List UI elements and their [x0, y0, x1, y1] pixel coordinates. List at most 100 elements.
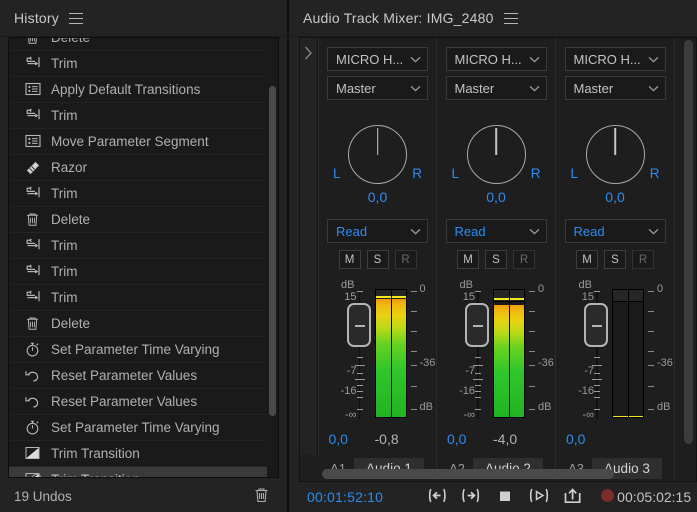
history-list-item[interactable]: Trim: [9, 51, 267, 77]
channel-output-select[interactable]: Master: [445, 76, 547, 100]
history-list-item[interactable]: Reset Parameter Values: [9, 363, 267, 389]
trash-icon: [25, 212, 42, 227]
pan-value[interactable]: 0,0: [565, 189, 666, 205]
pan-control[interactable]: L R 0,0: [565, 111, 666, 211]
fader-tick: [356, 291, 363, 292]
channel-output-select[interactable]: Master: [564, 76, 666, 100]
mixer-hscroll-thumb[interactable]: [322, 469, 614, 479]
play-in-to-out-button[interactable]: [529, 488, 549, 506]
fader-tick: [475, 357, 481, 358]
go-to-in-point-button[interactable]: [427, 488, 447, 506]
mixer-panel-title: Audio Track Mixer: IMG_2480: [303, 10, 494, 26]
meter-scale-label: -36: [419, 357, 436, 369]
chevron-right-icon[interactable]: [300, 38, 318, 481]
fader-tick: [594, 409, 600, 410]
chevron-down-icon: [410, 56, 421, 63]
pan-knob[interactable]: [348, 124, 407, 184]
mute-button[interactable]: M: [457, 250, 479, 269]
level-meter: [493, 289, 525, 418]
meter-tick: [410, 409, 417, 410]
meter-scale-label: -36: [657, 357, 673, 369]
duration-timecode[interactable]: 00:05:02:15: [617, 489, 691, 505]
history-list-item[interactable]: Set Parameter Time Varying: [9, 337, 267, 363]
history-list-item[interactable]: Apply Default Transitions: [9, 77, 267, 103]
fader-tick: [356, 409, 363, 410]
history-list[interactable]: Delete Trim Apply Default Transitions Trim M…: [9, 38, 267, 477]
channel-input-select[interactable]: MICRO H...: [445, 47, 547, 71]
fader-scale-label: dB: [341, 279, 355, 291]
history-list-item[interactable]: Trim: [9, 181, 267, 207]
stop-button[interactable]: [495, 488, 515, 506]
history-list-item[interactable]: Move Parameter Segment: [9, 129, 267, 155]
fader-tick: [475, 373, 481, 374]
pan-value[interactable]: 0,0: [327, 189, 428, 205]
chevron-down-icon: [529, 228, 540, 235]
pan-control[interactable]: L R 0,0: [327, 111, 428, 211]
fader-scale-label: -7: [346, 365, 357, 377]
mixer-horizontal-scrollbar[interactable]: [322, 469, 666, 479]
fader-tick: [594, 385, 600, 386]
volume-value[interactable]: 0,0: [566, 431, 585, 447]
history-list-item[interactable]: Reset Parameter Values: [9, 389, 267, 415]
solo-button[interactable]: S: [604, 250, 626, 269]
volume-fader-handle[interactable]: [584, 303, 608, 347]
history-scrollbar-thumb[interactable]: [269, 86, 276, 416]
solo-button[interactable]: S: [485, 250, 507, 269]
channel-input-select[interactable]: MICRO H...: [327, 47, 428, 71]
history-list-item[interactable]: Trim: [9, 259, 267, 285]
mixer-vscroll-thumb[interactable]: [684, 40, 693, 444]
pan-knob[interactable]: [466, 124, 526, 184]
fader-tick: [594, 357, 600, 358]
go-to-out-point-button[interactable]: [461, 488, 481, 506]
history-list-item[interactable]: Delete: [9, 311, 267, 337]
history-list-item[interactable]: Trim: [9, 103, 267, 129]
history-list-item-label: Reset Parameter Values: [51, 368, 198, 383]
record-arm-button[interactable]: R: [632, 250, 654, 269]
history-list-item[interactable]: Razor: [9, 155, 267, 181]
record-arm-button[interactable]: R: [394, 250, 417, 269]
record-arm-button[interactable]: R: [513, 250, 535, 269]
undo-arrow-icon: [25, 368, 42, 383]
history-list-item[interactable]: Trim Transition: [9, 441, 267, 467]
history-list-item[interactable]: Trim: [9, 233, 267, 259]
hamburger-icon[interactable]: [503, 12, 518, 24]
pan-value[interactable]: 0,0: [446, 189, 547, 205]
meter-scale-label: 0: [419, 283, 426, 295]
history-list-item[interactable]: Trim Transition: [9, 467, 267, 477]
channel-output-select[interactable]: Master: [327, 76, 428, 100]
automation-mode-value: Read: [454, 223, 486, 239]
history-list-item-label: Trim: [51, 264, 78, 279]
meter-bar-left: [375, 299, 391, 417]
trash-icon[interactable]: [254, 487, 269, 506]
record-button[interactable]: [597, 488, 617, 506]
fader-scale-label: dB: [459, 279, 473, 291]
meter-bar-right: [391, 299, 406, 417]
automation-mode-select[interactable]: Read: [564, 219, 666, 243]
fader-and-meter: dB150-7-16-∞0-36dB: [560, 279, 673, 429]
fader-tick: [356, 357, 363, 358]
history-scrollbar[interactable]: [268, 38, 277, 477]
volume-fader-handle[interactable]: [465, 303, 489, 347]
volume-fader-handle[interactable]: [346, 303, 371, 347]
volume-value[interactable]: 0,0: [447, 431, 466, 447]
record-icon: [600, 488, 615, 506]
mixer-vertical-scrollbar[interactable]: [683, 40, 694, 467]
history-list-item[interactable]: Set Parameter Time Varying: [9, 415, 267, 441]
channel-input-select[interactable]: MICRO H...: [564, 47, 666, 71]
history-list-item[interactable]: Delete: [9, 207, 267, 233]
chevron-down-icon: [529, 56, 540, 63]
automation-mode-select[interactable]: Read: [327, 219, 428, 243]
automation-mode-select[interactable]: Read: [445, 219, 547, 243]
hamburger-icon[interactable]: [68, 12, 83, 24]
pan-control[interactable]: L R 0,0: [446, 111, 547, 211]
solo-button[interactable]: S: [366, 250, 389, 269]
history-list-item[interactable]: Delete: [9, 38, 267, 51]
volume-value[interactable]: 0,0: [329, 431, 348, 447]
history-list-item[interactable]: Trim: [9, 285, 267, 311]
mute-button[interactable]: M: [576, 250, 598, 269]
current-timecode[interactable]: 00:01:52:10: [307, 489, 383, 505]
loop-button[interactable]: [563, 487, 583, 506]
fader-scale-label: -16: [340, 385, 357, 397]
mute-button[interactable]: M: [338, 250, 361, 269]
pan-knob[interactable]: [585, 124, 645, 184]
